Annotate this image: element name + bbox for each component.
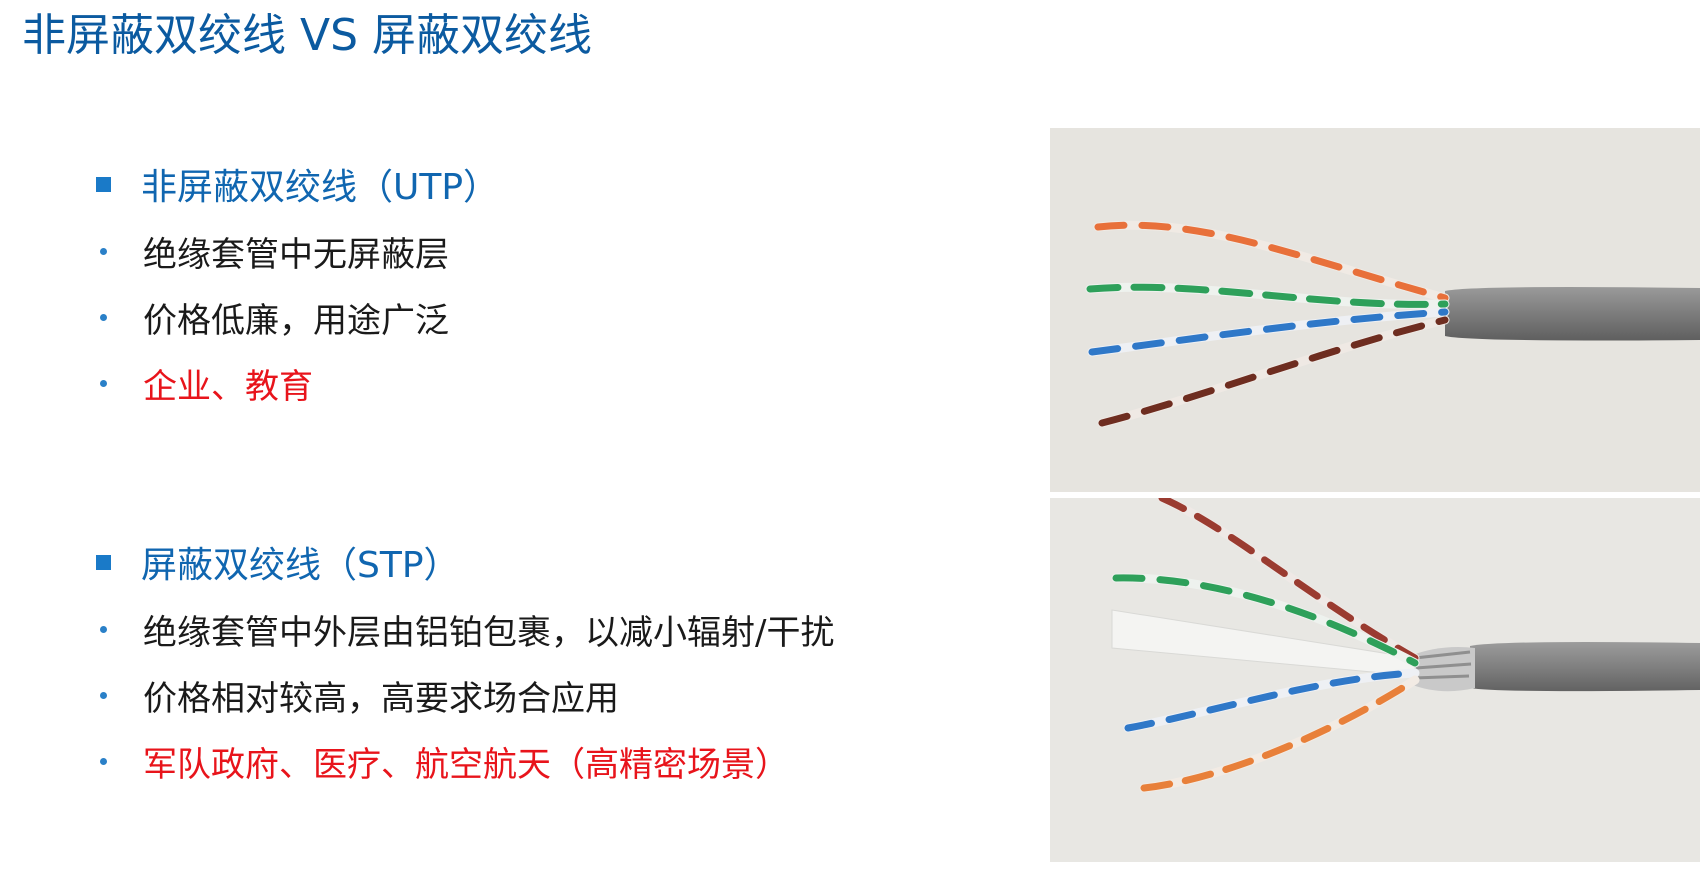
utp-bullet-text: 企业、教育: [143, 366, 313, 407]
stp-cable-image: [1050, 498, 1700, 862]
utp-cable-illustration: [1085, 220, 1700, 428]
dot-bullet-icon: [100, 379, 107, 387]
stp-section: 屏蔽双绞线（STP） 绝缘套管中外层由铝铂包裹，以减小辐射/干扰 价格相对较高，…: [96, 528, 834, 794]
dot-bullet-icon: [100, 691, 107, 699]
square-bullet-icon: [96, 176, 111, 192]
utp-heading-row: 非屏蔽双绞线（UTP）: [96, 150, 499, 218]
stp-bullet-text: 绝缘套管中外层由铝铂包裹，以减小辐射/干扰: [143, 612, 835, 653]
utp-bullet-text: 绝缘套管中无屏蔽层: [143, 234, 449, 275]
utp-heading: 非屏蔽双绞线（UTP）: [141, 167, 500, 208]
utp-bullet-2: 价格低廉，用途广泛: [96, 284, 499, 350]
page-title: 非屏蔽双绞线 VS 屏蔽双绞线: [22, 10, 593, 61]
stp-bullet-2: 价格相对较高，高要求场合应用: [96, 662, 834, 728]
stp-bullet-1: 绝缘套管中外层由铝铂包裹，以减小辐射/干扰: [96, 596, 834, 662]
stp-heading-row: 屏蔽双绞线（STP）: [96, 528, 834, 596]
utp-bullet-1: 绝缘套管中无屏蔽层: [96, 218, 499, 284]
dot-bullet-icon: [100, 625, 107, 633]
utp-section: 非屏蔽双绞线（UTP） 绝缘套管中无屏蔽层 价格低廉，用途广泛 企业、教育: [96, 150, 499, 416]
stp-bullet-3: 军队政府、医疗、航空航天（高精密场景）: [96, 728, 834, 794]
utp-cable-image: [1050, 128, 1700, 492]
utp-bullet-3: 企业、教育: [96, 350, 499, 416]
stp-heading: 屏蔽双绞线（STP）: [141, 545, 460, 586]
stp-bullet-text: 价格相对较高，高要求场合应用: [143, 678, 619, 719]
dot-bullet-icon: [100, 313, 107, 321]
square-bullet-icon: [96, 554, 111, 570]
stp-bullet-text: 军队政府、医疗、航空航天（高精密场景）: [143, 744, 789, 785]
stp-cable-illustration: [1111, 498, 1700, 793]
dot-bullet-icon: [100, 757, 107, 765]
dot-bullet-icon: [100, 247, 107, 255]
utp-bullet-text: 价格低廉，用途广泛: [143, 300, 449, 341]
